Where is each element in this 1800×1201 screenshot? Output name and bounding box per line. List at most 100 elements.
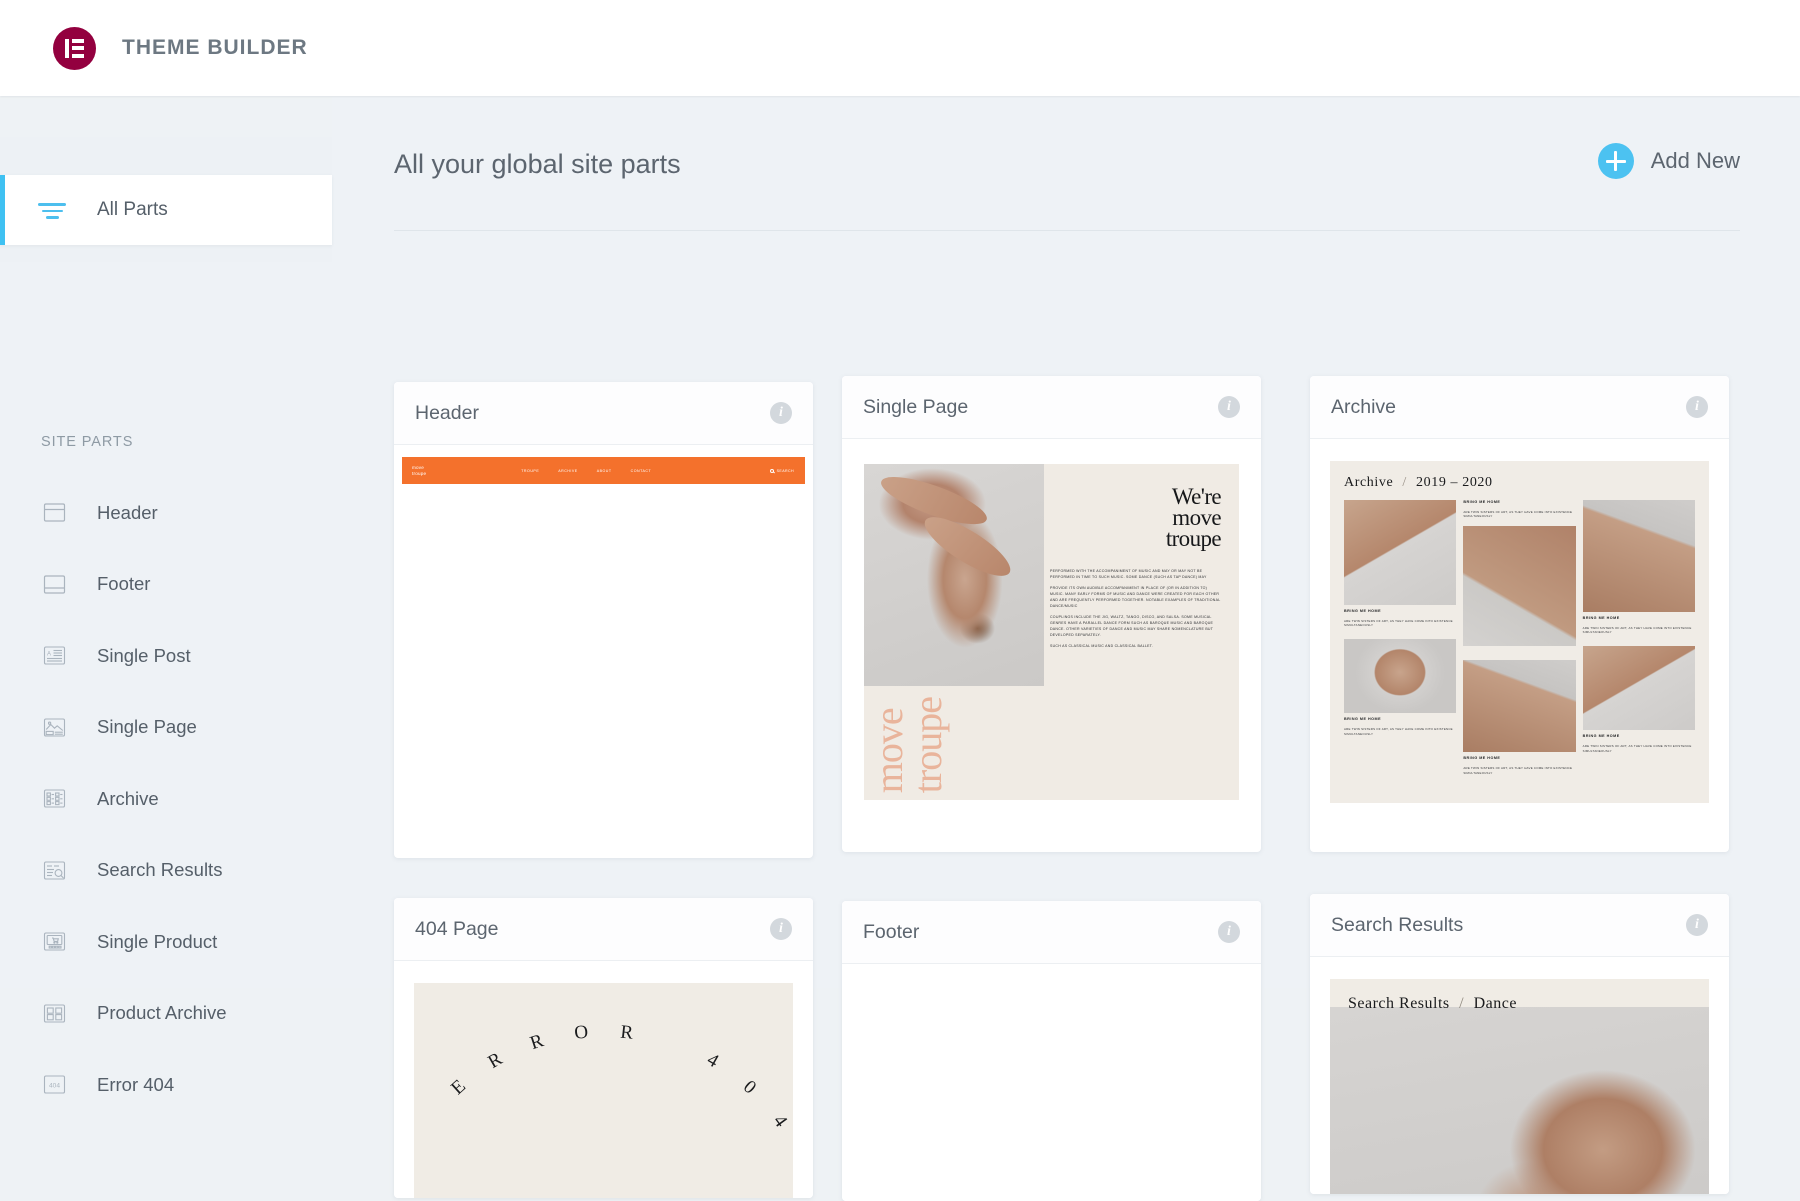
- preview-paragraph: PROVIDE ITS OWN AUDIBLE ACCOMPANIMENT IN…: [1050, 585, 1221, 609]
- ring-char: E: [447, 1076, 470, 1100]
- sidebar-item-single-page[interactable]: Single Page: [0, 692, 332, 764]
- card-header-bar: 404 Page i: [394, 898, 813, 961]
- archive-caption: BRING ME HOME: [1463, 500, 1575, 504]
- info-icon[interactable]: i: [1218, 396, 1240, 418]
- sidebar-item-single-post-label: Single Post: [97, 645, 191, 667]
- header-layout-icon: [41, 499, 68, 526]
- preview-canvas: move troupe We're move troupe PERFORMED …: [864, 464, 1239, 800]
- preview-paragraph: SUCH AS CLASSICAL MUSIC AND CLASSICAL BA…: [1050, 643, 1221, 649]
- dancer-photo: [864, 464, 1044, 686]
- card-header-bar: Single Page i: [842, 376, 1261, 439]
- sidebar-item-product-archive[interactable]: Product Archive: [0, 978, 332, 1050]
- ring-char: 4: [767, 1111, 790, 1132]
- archive-text: ARE TWIN SISTERS OF ART, AS THEY HAVE CO…: [1344, 727, 1456, 735]
- site-part-card-404-page[interactable]: 404 Page i 404ERROR404ERROR404ERROR: [394, 898, 813, 1198]
- preview-right-column: We're move troupe PERFORMED WITH THE ACC…: [1044, 464, 1239, 800]
- preview-404-ring-text: 404ERROR404ERROR404ERROR: [490, 1021, 718, 1198]
- card-title: Archive: [1331, 396, 1396, 419]
- add-new-button[interactable]: Add New: [1598, 141, 1740, 179]
- sidebar-item-single-page-label: Single Page: [97, 716, 197, 738]
- preview-paragraph: PERFORMED WITH THE ACCOMPANIMENT OF MUSI…: [1050, 568, 1221, 580]
- archive-thumb: [1463, 660, 1575, 752]
- archive-grid-icon: [41, 785, 68, 812]
- preview-canvas: 404ERROR404ERROR404ERROR: [414, 983, 793, 1198]
- site-part-card-search-results[interactable]: Search Results i Search Results / Dance: [1310, 894, 1729, 1194]
- site-part-card-single-page[interactable]: Single Page i move troupe: [842, 376, 1261, 852]
- preview-logo: move troupe: [412, 465, 426, 476]
- sidebar-item-single-post[interactable]: A Single Post: [0, 620, 332, 692]
- archive-caption: BRING ME HOME: [1344, 609, 1456, 613]
- elementor-e-mark: [65, 39, 84, 58]
- sidebar-item-archive-label: Archive: [97, 788, 159, 810]
- archive-thumb: [1344, 500, 1456, 605]
- sidebar-item-error-404-label: Error 404: [97, 1074, 174, 1096]
- card-title: Single Page: [863, 396, 968, 419]
- ring-char: R: [619, 1022, 634, 1045]
- ring-char: 4: [414, 1152, 417, 1170]
- sidebar-item-footer[interactable]: Footer: [0, 549, 332, 621]
- preview-archive-title: Archive / 2019 – 2020: [1344, 475, 1695, 491]
- sidebar: All Parts SITE PARTS Header Footer: [0, 137, 332, 988]
- sidebar-item-single-product[interactable]: Single Product: [0, 906, 332, 978]
- site-part-card-archive[interactable]: Archive i Archive / 2019 – 2020 BRING ME…: [1310, 376, 1729, 852]
- ring-char: R: [484, 1048, 506, 1073]
- preview-headline: We're move troupe: [1050, 486, 1221, 549]
- app-topbar: THEME BUILDER: [0, 0, 1800, 96]
- search-icon: [770, 469, 774, 473]
- card-preview-footer: [842, 964, 1261, 1201]
- archive-text: ARE TWIN SISTERS OF ART, AS THEY HAVE CO…: [1463, 510, 1575, 518]
- info-icon[interactable]: i: [1686, 396, 1708, 418]
- ring-char: R: [527, 1030, 546, 1055]
- archive-column: BRING ME HOME ARE TWIN SISTERS OF ART, A…: [1463, 500, 1575, 775]
- card-header-bar: Footer i: [842, 901, 1261, 964]
- filter-lines-icon: [38, 196, 66, 224]
- card-preview-search-results: Search Results / Dance: [1310, 957, 1729, 1194]
- preview-nav-link: TROUPE: [521, 469, 539, 473]
- sidebar-item-footer-label: Footer: [97, 573, 150, 595]
- info-icon[interactable]: i: [1686, 914, 1708, 936]
- preview-search: SEARCH: [770, 469, 794, 473]
- preview-archive-grid: BRING ME HOME ARE TWIN SISTERS OF ART, A…: [1344, 500, 1695, 775]
- search-results-icon: [41, 857, 68, 884]
- error-404-icon: 404: [41, 1071, 68, 1098]
- card-preview-404: 404ERROR404ERROR404ERROR: [394, 961, 813, 1198]
- preview-search-title: Search Results / Dance: [1348, 995, 1517, 1013]
- app-title: THEME BUILDER: [122, 36, 308, 60]
- sidebar-item-header[interactable]: Header: [0, 477, 332, 549]
- archive-text: ARE TWIN SISTERS OF ART, AS THEY HAVE CO…: [1344, 619, 1456, 627]
- info-icon[interactable]: i: [1218, 921, 1240, 943]
- main-header: All your global site parts Add New: [394, 141, 1740, 231]
- preview-paragraph: COUPLINGS INCLUDE THE JIG, WALTZ, TANGO,…: [1050, 614, 1221, 638]
- info-icon[interactable]: i: [770, 918, 792, 940]
- ring-char: O: [573, 1022, 589, 1045]
- card-preview-single-page: move troupe We're move troupe PERFORMED …: [842, 439, 1261, 825]
- site-part-card-header[interactable]: Header i move troupe TROUPE ARCHIVE ABOU…: [394, 382, 813, 858]
- elementor-logo-icon[interactable]: [53, 27, 96, 70]
- sidebar-item-search-results-label: Search Results: [97, 859, 222, 881]
- info-icon[interactable]: i: [770, 402, 792, 424]
- card-title: 404 Page: [415, 918, 499, 941]
- sidebar-section-title: SITE PARTS: [41, 434, 133, 450]
- card-header-bar: Search Results i: [1310, 894, 1729, 957]
- sidebar-item-header-label: Header: [97, 502, 158, 524]
- dancer-photo: [1330, 1007, 1709, 1194]
- single-post-icon: A: [41, 642, 68, 669]
- card-header-bar: Header i: [394, 382, 813, 445]
- preview-vertical-wordmark: move troupe: [871, 697, 947, 793]
- plus-icon: [1598, 143, 1634, 179]
- single-page-icon: [41, 714, 68, 741]
- sidebar-item-all-parts[interactable]: All Parts: [0, 175, 332, 245]
- preview-nav-links: TROUPE ARCHIVE ABOUT CONTACT: [521, 469, 651, 473]
- site-part-card-footer[interactable]: Footer i: [842, 901, 1261, 1201]
- archive-text: ARE TWIN SISTERS OF ART, AS THEY HAVE CO…: [1583, 626, 1695, 634]
- sidebar-item-all-parts-label: All Parts: [97, 199, 168, 221]
- archive-column: BRING ME HOME ARE TWIN SISTERS OF ART, A…: [1583, 500, 1695, 775]
- archive-text: ARE TWIN SISTERS OF ART, AS THEY HAVE CO…: [1463, 766, 1575, 774]
- sidebar-item-archive[interactable]: Archive: [0, 763, 332, 835]
- preview-nav-bar: move troupe TROUPE ARCHIVE ABOUT CONTACT…: [402, 457, 805, 484]
- preview-left-column: move troupe: [864, 464, 1044, 800]
- sidebar-item-error-404[interactable]: 404 Error 404: [0, 1049, 332, 1121]
- preview-canvas: Search Results / Dance: [1330, 979, 1709, 1194]
- card-title: Header: [415, 402, 479, 425]
- sidebar-item-search-results[interactable]: Search Results: [0, 835, 332, 907]
